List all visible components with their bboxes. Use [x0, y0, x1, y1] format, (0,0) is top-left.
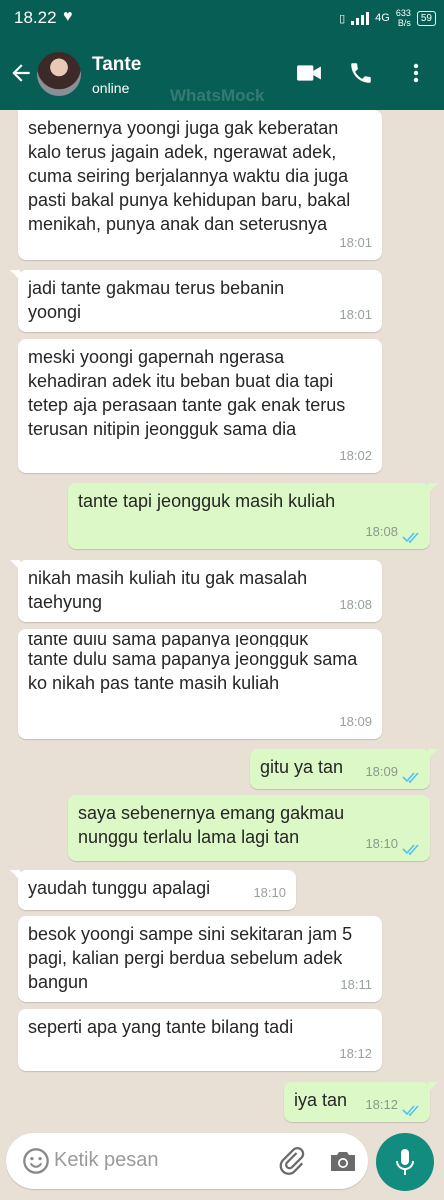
speed-value: 633 [395, 8, 411, 18]
message-text: tante tapi jeongguk masih kuliah [78, 491, 336, 511]
contact-status: online [92, 80, 130, 96]
phone-icon[interactable] [348, 60, 374, 86]
message-time: 18:08 [339, 597, 372, 612]
message-time: 18:12 [365, 1097, 398, 1112]
status-bar: 18.22 ♥ ▯ 4G 633 B/s 59 [0, 0, 444, 38]
message-text: seperti apa yang tante bilang tadi [28, 1017, 294, 1037]
message-overlap: tante dulu sama papanya jeongguk [28, 635, 372, 647]
message-text: meski yoongi gapernah ngerasa kehadiran … [28, 347, 346, 439]
message-list[interactable]: sebenernya yoongi juga gak keberatan kal… [0, 110, 444, 1125]
message-input[interactable]: Ketik pesan [6, 1133, 368, 1189]
input-bar: Ketik pesan [0, 1125, 444, 1200]
message-text: tante dulu sama papanya jeongguk sama ko… [28, 649, 358, 693]
attach-icon[interactable] [278, 1145, 306, 1177]
message-incoming[interactable]: meski yoongi gapernah ngerasa kehadiran … [18, 339, 382, 473]
emoji-icon[interactable] [22, 1147, 50, 1175]
message-text: jadi tante gakmau terus bebanin yoongi [28, 278, 285, 322]
mic-icon [396, 1149, 414, 1175]
avatar[interactable] [37, 52, 81, 96]
message-input-placeholder: Ketik pesan [54, 1149, 159, 1171]
message-time: 18:10 [253, 885, 286, 900]
message-time: 18:02 [339, 448, 372, 463]
message-text-clipped: tante dulu sama papanya jeongguk [28, 635, 309, 647]
message-time: 18:01 [339, 307, 372, 322]
double-check-icon [402, 532, 419, 543]
message-text: besok yoongi sampe sini sekitaran jam 5 … [28, 924, 353, 992]
message-incoming[interactable]: yaudah tunggu apalagi 18:10 [10, 870, 296, 910]
speed-unit: B/s [397, 18, 411, 28]
message-incoming[interactable]: jadi tante gakmau terus bebanin yoongi 1… [10, 270, 382, 332]
contact-name[interactable]: Tante [92, 54, 141, 76]
double-check-icon [402, 1105, 419, 1116]
message-text: sebenernya yoongi juga gak keberatan kal… [28, 118, 351, 234]
status-indicators: ▯ 4G 633 B/s 59 [339, 8, 436, 28]
double-check-icon [402, 772, 419, 783]
double-check-icon [402, 844, 419, 855]
message-text: nikah masih kuliah itu gak masalah taehy… [28, 568, 308, 612]
message-time: 18:08 [365, 524, 398, 539]
watermark: WhatsMock [170, 86, 265, 105]
message-time: 18:12 [339, 1046, 372, 1061]
message-outgoing[interactable]: tante tapi jeongguk masih kuliah 18:08 [68, 483, 438, 549]
back-arrow-icon[interactable] [8, 60, 34, 86]
message-time: 18:11 [340, 977, 372, 992]
message-incoming[interactable]: tante dulu sama papanya jeongguk tante d… [18, 629, 382, 739]
message-outgoing[interactable]: saya sebenernya emang gakmau nunggu terl… [68, 795, 430, 861]
message-time: 18:09 [339, 714, 372, 729]
mic-button[interactable] [376, 1133, 434, 1191]
message-time: 18:09 [365, 764, 398, 779]
more-vert-icon[interactable] [404, 60, 428, 86]
message-incoming[interactable]: sebenernya yoongi juga gak keberatan kal… [18, 110, 382, 260]
message-time: 18:10 [365, 836, 398, 851]
network-speed: 633 B/s [396, 8, 411, 28]
message-incoming[interactable]: nikah masih kuliah itu gak masalah taehy… [10, 560, 382, 622]
message-text: saya sebenernya emang gakmau nunggu terl… [78, 803, 345, 847]
chat-header: Tante online WhatsMock [0, 38, 444, 110]
message-time: 18:01 [339, 235, 372, 250]
signal-icon [351, 11, 370, 25]
battery-icon: 59 [416, 10, 436, 26]
vibrate-icon: ▯ [339, 12, 346, 25]
status-time: 18.22 [14, 8, 57, 27]
message-outgoing[interactable]: iya tan 18:12 [284, 1082, 438, 1122]
heart-icon: ♥ [63, 8, 73, 25]
message-incoming[interactable]: besok yoongi sampe sini sekitaran jam 5 … [18, 916, 382, 1002]
message-incoming[interactable]: seperti apa yang tante bilang tadi 18:12 [18, 1009, 382, 1071]
message-outgoing[interactable]: gitu ya tan 18:09 [250, 749, 438, 789]
message-text: yaudah tunggu apalagi [28, 878, 211, 898]
video-call-icon[interactable] [296, 62, 322, 84]
network-type: 4G [375, 12, 390, 24]
camera-icon[interactable] [328, 1147, 358, 1175]
battery-level: 59 [420, 12, 432, 24]
